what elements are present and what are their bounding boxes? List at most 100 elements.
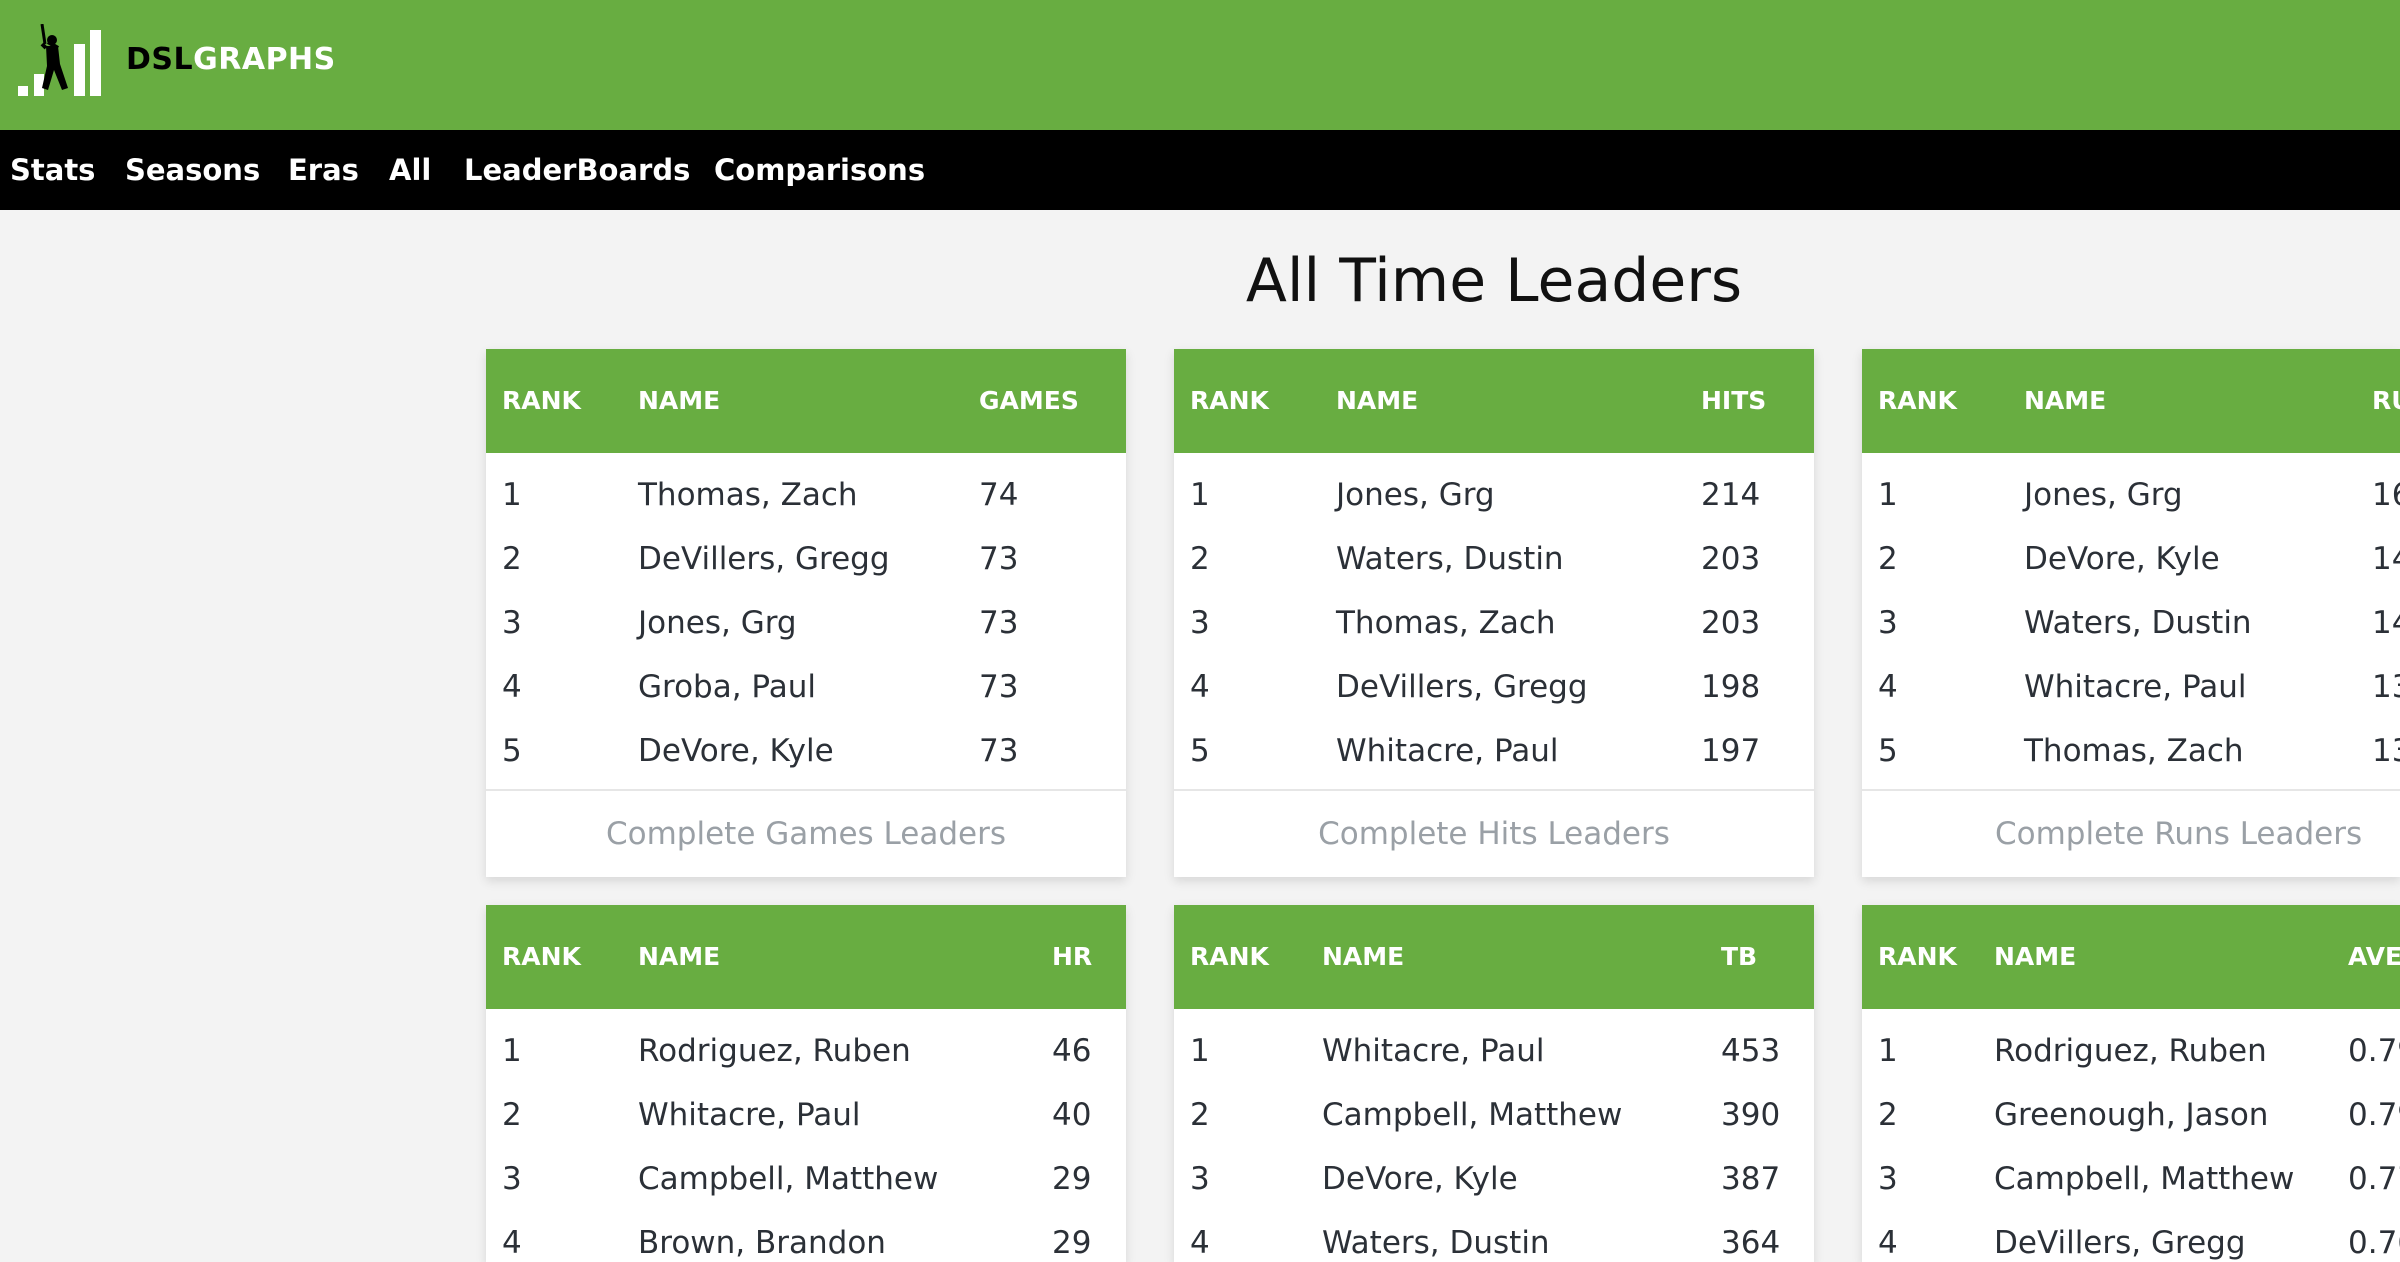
table-row: 4 Groba, Paul 73 [486, 655, 1126, 719]
rank-cell: 1 [1878, 477, 1898, 513]
rank-cell: 4 [1878, 1225, 1898, 1261]
player-name-cell[interactable]: DeVore, Kyle [638, 719, 834, 783]
stat-value-cell: 13 [2372, 669, 2400, 705]
column-header-stat: TB [1721, 942, 1758, 971]
player-name-cell[interactable]: DeVore, Kyle [2024, 527, 2220, 591]
player-name-cell[interactable]: Rodriguez, Ruben [1994, 1019, 2267, 1083]
player-name-cell[interactable]: Thomas, Zach [638, 463, 858, 527]
stat-value-cell: 40 [1052, 1097, 1092, 1133]
table-row: 2 DeVillers, Gregg 73 [486, 527, 1126, 591]
player-name-cell[interactable]: Rodriguez, Ruben [638, 1019, 911, 1083]
stat-value-cell: 74 [979, 477, 1019, 513]
column-header-name: NAME [2024, 386, 2107, 415]
player-name-cell[interactable]: DeVore, Kyle [1322, 1147, 1518, 1211]
rank-cell: 3 [1878, 1161, 1898, 1197]
stat-value-cell: 197 [1701, 733, 1761, 769]
player-name-cell[interactable]: Groba, Paul [638, 655, 816, 719]
table-row: 1 Jones, Grg 214 [1174, 463, 1814, 527]
column-header-rank: RANK [1190, 386, 1269, 415]
player-name-cell[interactable]: Greenough, Jason [1994, 1083, 2268, 1147]
player-name-cell[interactable]: Jones, Grg [638, 591, 797, 655]
player-name-cell[interactable]: DeVillers, Gregg [638, 527, 890, 591]
player-name-cell[interactable]: Whitacre, Paul [1336, 719, 1559, 783]
page-title: All Time Leaders [1245, 246, 1743, 316]
player-name-cell[interactable]: DeVillers, Gregg [1994, 1211, 2246, 1262]
complete-hits-leaders-link[interactable]: Complete Hits Leaders [1174, 789, 1814, 877]
table-row: 3 Campbell, Matthew 29 [486, 1147, 1126, 1211]
rank-cell: 3 [1878, 605, 1898, 641]
player-name-cell[interactable]: Waters, Dustin [2024, 591, 2252, 655]
player-name-cell[interactable]: Waters, Dustin [1322, 1211, 1550, 1262]
nav-item-stats[interactable]: Stats [10, 130, 95, 210]
rank-cell: 3 [502, 605, 522, 641]
table-row: 3 Campbell, Matthew 0.77 [1862, 1147, 2400, 1211]
stat-value-cell: 364 [1721, 1225, 1781, 1261]
table-row: 4 Whitacre, Paul 13 [1862, 655, 2400, 719]
player-name-cell[interactable]: Jones, Grg [1336, 463, 1495, 527]
rank-cell: 2 [1190, 541, 1210, 577]
column-header-name: NAME [638, 942, 721, 971]
column-header-name: NAME [1994, 942, 2077, 971]
rank-cell: 2 [1190, 1097, 1210, 1133]
rank-cell: 3 [1190, 605, 1210, 641]
stat-value-cell: 203 [1701, 605, 1761, 641]
nav-item-seasons[interactable]: Seasons [125, 130, 260, 210]
table-row: 3 Waters, Dustin 14 [1862, 591, 2400, 655]
stat-value-cell: 73 [979, 669, 1019, 705]
rank-cell: 4 [502, 669, 522, 705]
complete-games-leaders-link[interactable]: Complete Games Leaders [486, 789, 1126, 877]
rank-cell: 3 [1190, 1161, 1210, 1197]
column-header-rank: RANK [1878, 386, 1957, 415]
stat-value-cell: 214 [1701, 477, 1761, 513]
nav-item-all[interactable]: All [389, 130, 431, 210]
stat-value-cell: 16 [2372, 477, 2400, 513]
table-body: 1 Thomas, Zach 74 2 DeVillers, Gregg 73 3 Jon… [486, 453, 1126, 783]
player-name-cell[interactable]: Thomas, Zach [1336, 591, 1556, 655]
player-name-cell[interactable]: Brown, Brandon [638, 1211, 886, 1262]
complete-runs-leaders-link[interactable]: Complete Runs Leaders [1862, 789, 2400, 877]
rank-cell: 2 [502, 541, 522, 577]
rank-cell: 4 [1190, 669, 1210, 705]
table-row: 1 Jones, Grg 16 [1862, 463, 2400, 527]
brand-dsl: DSL [126, 42, 194, 77]
player-name-cell[interactable]: Thomas, Zach [2024, 719, 2244, 783]
stat-value-cell: 14 [2372, 541, 2400, 577]
column-header-name: NAME [638, 386, 721, 415]
player-name-cell[interactable]: Campbell, Matthew [1994, 1147, 2294, 1211]
player-name-cell[interactable]: Campbell, Matthew [638, 1147, 938, 1211]
player-name-cell[interactable]: Jones, Grg [2024, 463, 2183, 527]
table-row: 2 Waters, Dustin 203 [1174, 527, 1814, 591]
nav-item-leaderboards[interactable]: LeaderBoards [464, 130, 690, 210]
table-header: RANK NAME HR [486, 905, 1126, 1009]
batter-bar-chart-logo-icon[interactable] [18, 24, 102, 100]
player-name-cell[interactable]: Whitacre, Paul [2024, 655, 2247, 719]
games-leaders-card: RANK NAME GAMES 1 Thomas, Zach 74 2 DeVille… [486, 349, 1126, 877]
stat-value-cell: 46 [1052, 1033, 1092, 1069]
table-row: 2 Greenough, Jason 0.79 [1862, 1083, 2400, 1147]
table-row: 1 Whitacre, Paul 453 [1174, 1019, 1814, 1083]
nav-item-eras[interactable]: Eras [288, 130, 359, 210]
column-header-rank: RANK [502, 386, 581, 415]
rank-cell: 1 [1878, 1033, 1898, 1069]
table-row: 3 Jones, Grg 73 [486, 591, 1126, 655]
rank-cell: 1 [1190, 477, 1210, 513]
player-name-cell[interactable]: Whitacre, Paul [638, 1083, 861, 1147]
column-header-stat: HITS [1701, 386, 1767, 415]
rank-cell: 4 [1190, 1225, 1210, 1261]
top-header-bar: DSLGRAPHS [0, 0, 2400, 130]
rank-cell: 2 [1878, 1097, 1898, 1133]
player-name-cell[interactable]: DeVillers, Gregg [1336, 655, 1588, 719]
brand-wordmark[interactable]: DSLGRAPHS [126, 42, 336, 78]
nav-item-comparisons[interactable]: Comparisons [714, 130, 925, 210]
table-body: 1 Rodriguez, Ruben 46 2 Whitacre, Paul 40 3 C… [486, 1009, 1126, 1262]
table-row: 2 DeVore, Kyle 14 [1862, 527, 2400, 591]
table-header: RANK NAME AVE [1862, 905, 2400, 1009]
player-name-cell[interactable]: Whitacre, Paul [1322, 1019, 1545, 1083]
rank-cell: 2 [502, 1097, 522, 1133]
stat-value-cell: 198 [1701, 669, 1761, 705]
player-name-cell[interactable]: Campbell, Matthew [1322, 1083, 1622, 1147]
runs-leaders-card: RANK NAME RU 1 Jones, Grg 16 2 DeVore, Kyle… [1862, 349, 2400, 877]
table-header: RANK NAME HITS [1174, 349, 1814, 453]
player-name-cell[interactable]: Waters, Dustin [1336, 527, 1564, 591]
column-header-stat: RU [2372, 386, 2400, 415]
